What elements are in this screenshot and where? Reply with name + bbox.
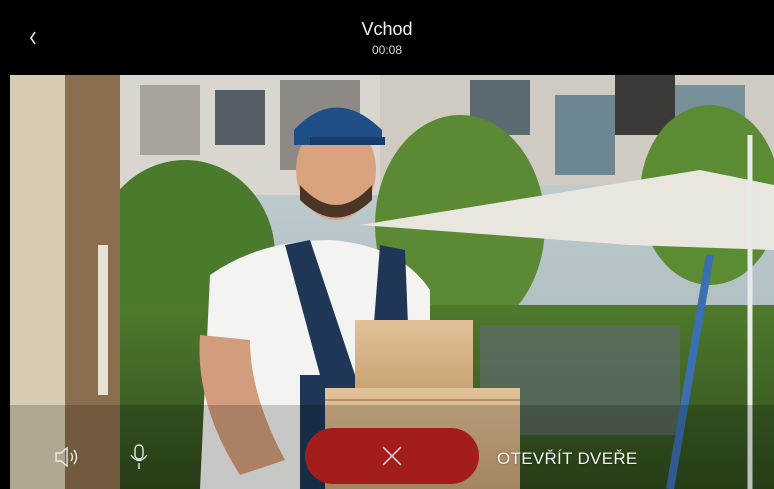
- microphone-button[interactable]: [128, 442, 150, 472]
- camera-image: [10, 75, 774, 489]
- open-door-button[interactable]: OTEVŘÍT DVEŘE: [497, 449, 638, 469]
- microphone-icon: [130, 444, 148, 469]
- door-station-title: Vchod: [361, 19, 413, 39]
- close-icon: [382, 446, 402, 466]
- call-timer: 00:08: [371, 43, 403, 57]
- call-header: Vchod 00:08: [0, 18, 774, 58]
- speaker-button[interactable]: [52, 443, 82, 471]
- end-call-button[interactable]: [305, 428, 479, 484]
- top-bar: Vchod 00:08: [0, 0, 774, 75]
- video-feed: [10, 75, 774, 489]
- speaker-icon: [55, 446, 78, 468]
